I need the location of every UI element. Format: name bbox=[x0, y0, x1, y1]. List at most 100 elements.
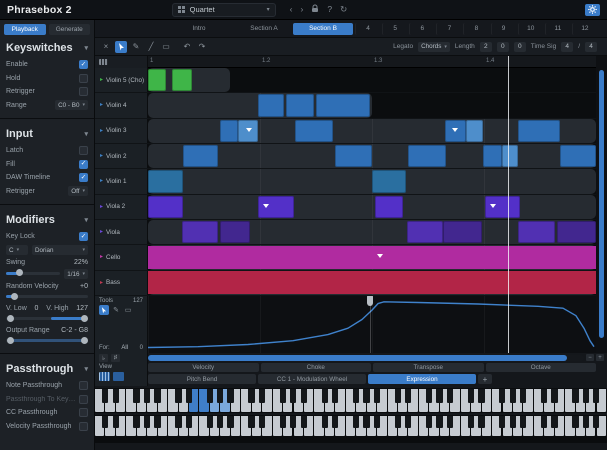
settings-button[interactable] bbox=[585, 4, 600, 16]
keyboard-view-icon[interactable] bbox=[99, 59, 108, 65]
track-expand-icon[interactable]: ▸ bbox=[100, 229, 103, 235]
lane-tab[interactable]: Pitch Bend bbox=[148, 374, 256, 384]
track-name[interactable]: ▸Violin 4 bbox=[95, 93, 148, 117]
note-cell[interactable] bbox=[557, 221, 596, 243]
keyswitch-passthrough-checkbox[interactable] bbox=[79, 395, 88, 404]
track-lane[interactable] bbox=[148, 245, 596, 269]
note-passthrough-checkbox[interactable] bbox=[79, 381, 88, 390]
note-cell[interactable] bbox=[335, 145, 372, 167]
ruler-track[interactable]: 11.21.31.4 bbox=[148, 56, 596, 68]
note-cell[interactable] bbox=[375, 196, 403, 218]
key-lock-checkbox[interactable]: ✓ bbox=[79, 232, 88, 241]
piano-black-key[interactable] bbox=[395, 389, 401, 403]
length-beats-input[interactable]: 0 bbox=[497, 42, 509, 52]
piano-black-key[interactable] bbox=[374, 389, 380, 403]
note-cell[interactable] bbox=[443, 221, 482, 243]
piano-black-key[interactable] bbox=[102, 416, 108, 428]
note-cell[interactable] bbox=[483, 145, 502, 167]
sharp-toggle-button[interactable]: ♯ bbox=[111, 354, 120, 362]
input-header[interactable]: Input ▾ bbox=[6, 128, 88, 140]
piano-black-key[interactable] bbox=[353, 416, 359, 428]
phrase-slot[interactable]: 10 bbox=[518, 23, 543, 35]
lock-icon[interactable] bbox=[311, 4, 319, 15]
note-cell[interactable] bbox=[182, 221, 218, 243]
note-cell[interactable] bbox=[238, 120, 258, 142]
phrase-slot[interactable]: 12 bbox=[572, 23, 597, 35]
horizontal-scrollbar[interactable] bbox=[148, 355, 584, 361]
lane-tab[interactable]: CC 1 - Modulation Wheel bbox=[258, 374, 366, 384]
piano-black-key[interactable] bbox=[520, 416, 526, 428]
phrase-slot[interactable]: Section B bbox=[293, 23, 353, 35]
piano-black-key[interactable] bbox=[186, 389, 192, 403]
note-cell[interactable] bbox=[502, 145, 518, 167]
redo-button[interactable]: ↷ bbox=[196, 41, 208, 53]
piano-black-key[interactable] bbox=[186, 416, 192, 428]
track-lane[interactable] bbox=[148, 169, 596, 193]
fill-checkbox[interactable]: ✓ bbox=[79, 160, 88, 169]
length-bars-input[interactable]: 2 bbox=[480, 42, 492, 52]
pointer-tool-button[interactable] bbox=[115, 41, 127, 53]
piano-black-key[interactable] bbox=[363, 389, 369, 403]
piano-black-key[interactable] bbox=[468, 389, 474, 403]
piano-black-key[interactable] bbox=[322, 416, 328, 428]
piano-black-key[interactable] bbox=[405, 416, 411, 428]
piano-black-key[interactable] bbox=[133, 389, 139, 403]
piano-black-key[interactable] bbox=[301, 389, 307, 403]
enable-checkbox[interactable]: ✓ bbox=[79, 60, 88, 69]
note-cell[interactable] bbox=[518, 221, 555, 243]
piano-black-key[interactable] bbox=[395, 416, 401, 428]
legato-label[interactable]: Legato bbox=[393, 43, 413, 50]
piano-black-key[interactable] bbox=[447, 389, 453, 403]
piano-black-key[interactable] bbox=[510, 416, 516, 428]
piano-black-key[interactable] bbox=[154, 389, 160, 403]
track-name[interactable]: ▸Violin 2 bbox=[95, 144, 148, 168]
piano-black-key[interactable] bbox=[248, 389, 254, 403]
piano-black-key[interactable] bbox=[447, 416, 453, 428]
track-expand-icon[interactable]: ▸ bbox=[100, 204, 103, 210]
daw-timeline-checkbox[interactable]: ✓ bbox=[79, 173, 88, 182]
lane-tab[interactable]: Expression bbox=[368, 374, 476, 384]
note-cell[interactable] bbox=[148, 196, 183, 218]
piano-black-key[interactable] bbox=[478, 389, 484, 403]
ks-retrigger-checkbox[interactable] bbox=[79, 87, 88, 96]
piano-black-key[interactable] bbox=[113, 416, 119, 428]
piano-black-key[interactable] bbox=[551, 389, 557, 403]
note-cell[interactable] bbox=[316, 94, 370, 116]
piano-black-key[interactable] bbox=[478, 416, 484, 428]
next-preset-icon[interactable]: › bbox=[301, 5, 304, 14]
piano-black-key[interactable] bbox=[144, 389, 150, 403]
piano-black-key[interactable] bbox=[301, 416, 307, 428]
piano-black-key[interactable] bbox=[280, 389, 286, 403]
for-value[interactable]: All bbox=[121, 345, 128, 351]
note-cell[interactable] bbox=[148, 271, 596, 294]
piano-black-key[interactable] bbox=[541, 416, 547, 428]
note-cell[interactable] bbox=[286, 94, 314, 116]
passthrough-header[interactable]: Passthrough ▾ bbox=[6, 363, 88, 375]
lane-eraser-tool-button[interactable]: ▭ bbox=[123, 305, 133, 315]
output-range-slider[interactable] bbox=[6, 339, 88, 342]
keyswitches-header[interactable]: Keyswitches ▾ bbox=[6, 42, 88, 54]
timesig-numerator-input[interactable]: 4 bbox=[561, 42, 573, 52]
vertical-scrollbar[interactable] bbox=[599, 70, 604, 338]
piano-black-key[interactable] bbox=[175, 389, 181, 403]
track-expand-icon[interactable]: ▸ bbox=[100, 128, 103, 134]
piano-black-key[interactable] bbox=[175, 416, 181, 428]
tab-playback[interactable]: Playback bbox=[4, 24, 46, 35]
piano-black-key[interactable] bbox=[593, 416, 599, 428]
tab-generate[interactable]: Generate bbox=[49, 24, 91, 35]
lane-tab-octave[interactable]: Octave bbox=[486, 363, 597, 372]
scrollbar-thumb[interactable] bbox=[148, 355, 567, 361]
help-icon[interactable]: ? bbox=[327, 5, 332, 14]
track-lane[interactable] bbox=[148, 68, 596, 92]
track-expand-icon[interactable]: ▸ bbox=[100, 280, 103, 286]
piano-black-key[interactable] bbox=[248, 416, 254, 428]
piano-black-key[interactable] bbox=[583, 416, 589, 428]
track-lane[interactable] bbox=[148, 144, 596, 168]
track-expand-icon[interactable]: ▸ bbox=[100, 254, 103, 260]
piano-black-key[interactable] bbox=[332, 416, 338, 428]
note-cell[interactable] bbox=[485, 196, 520, 218]
piano-black-key[interactable] bbox=[290, 389, 296, 403]
piano-black-key[interactable] bbox=[363, 416, 369, 428]
note-cell[interactable] bbox=[258, 196, 294, 218]
cc-passthrough-checkbox[interactable] bbox=[79, 408, 88, 417]
